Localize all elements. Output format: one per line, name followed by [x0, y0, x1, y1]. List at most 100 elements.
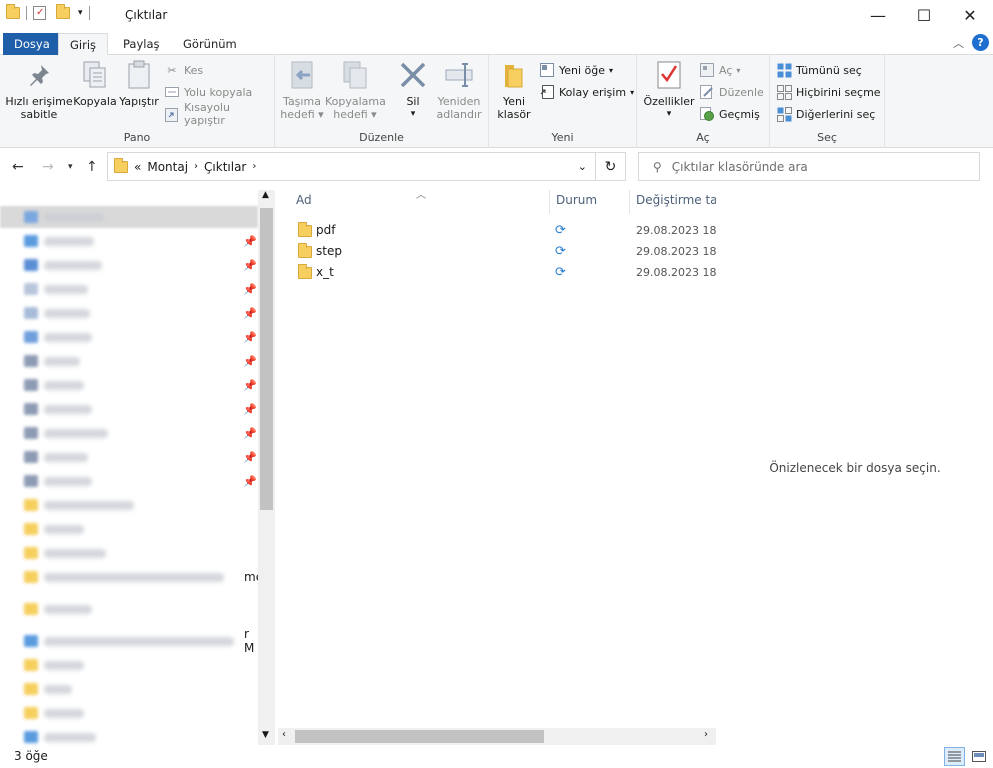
- nav-item[interactable]: [24, 679, 72, 699]
- file-list[interactable]: ︿ Ad Durum Değiştirme tarihi pdf ⟳ 29.08…: [283, 190, 716, 730]
- rename-button[interactable]: Yeniden adlandır: [433, 59, 485, 121]
- file-row[interactable]: pdf ⟳ 29.08.2023 18:04: [295, 220, 716, 240]
- column-divider[interactable]: [629, 190, 630, 214]
- address-dropdown-chevron-icon[interactable]: ⌄: [578, 160, 587, 173]
- address-bar[interactable]: « Montaj › Çıktılar › ⌄: [107, 152, 596, 181]
- pin-icon[interactable]: 📌: [243, 427, 257, 440]
- nav-item[interactable]: [24, 519, 84, 539]
- nav-item[interactable]: [24, 495, 134, 515]
- nav-item[interactable]: [24, 703, 84, 723]
- folder-icon[interactable]: [6, 4, 20, 19]
- nav-scrollbar-thumb[interactable]: [260, 208, 273, 510]
- column-header-name[interactable]: Ad: [296, 193, 312, 207]
- pin-icon[interactable]: 📌: [243, 403, 257, 416]
- nav-item[interactable]: [24, 255, 102, 275]
- scroll-down-chevron-icon[interactable]: ▼: [262, 730, 269, 740]
- scroll-up-chevron-icon[interactable]: ▲: [262, 190, 269, 200]
- nav-item[interactable]: [24, 207, 104, 227]
- paste-shortcut-button[interactable]: Kısayolu yapıştır: [164, 101, 274, 127]
- back-arrow-icon[interactable]: ←: [12, 159, 24, 175]
- delete-button[interactable]: Sil ▾: [393, 59, 433, 121]
- breadcrumb-montaj[interactable]: Montaj: [147, 160, 188, 174]
- nav-item[interactable]: [24, 727, 96, 747]
- easy-access-button[interactable]: Kolay erişim ▾: [539, 83, 634, 101]
- minimize-button[interactable]: —: [855, 0, 901, 31]
- pin-icon[interactable]: 📌: [243, 331, 257, 344]
- tab-share[interactable]: Paylaş: [112, 33, 171, 55]
- recent-locations-chevron-icon[interactable]: ▾: [68, 162, 73, 172]
- details-view-button[interactable]: [944, 747, 965, 766]
- pin-icon[interactable]: 📌: [243, 379, 257, 392]
- nav-item[interactable]: [24, 303, 90, 323]
- scroll-left-chevron-icon[interactable]: ‹: [282, 729, 286, 740]
- breadcrumb-overflow[interactable]: «: [134, 160, 141, 174]
- new-folder-qat-icon[interactable]: [56, 4, 70, 19]
- breadcrumb-separator-icon[interactable]: ›: [252, 161, 256, 172]
- edit-button[interactable]: Düzenle: [699, 83, 764, 101]
- nav-item[interactable]: [24, 423, 108, 443]
- pin-icon[interactable]: 📌: [243, 355, 257, 368]
- nav-item[interactable]: r M: [24, 627, 254, 655]
- scroll-right-chevron-icon[interactable]: ›: [704, 729, 708, 740]
- select-none-button[interactable]: Hiçbirini seçme: [776, 83, 881, 101]
- nav-item[interactable]: [24, 279, 88, 299]
- file-row[interactable]: x_t ⟳ 29.08.2023 18:04: [295, 262, 716, 282]
- pin-icon[interactable]: 📌: [243, 283, 257, 296]
- nav-scrollbar[interactable]: ▲ ▼: [258, 190, 275, 745]
- column-divider[interactable]: [549, 190, 550, 214]
- new-folder-button[interactable]: Yeni klasör: [493, 59, 535, 121]
- copy-path-button[interactable]: Yolu kopyala: [164, 83, 252, 101]
- nav-item[interactable]: me: [24, 567, 263, 587]
- pin-icon[interactable]: 📌: [243, 451, 257, 464]
- copy-to-button[interactable]: Kopyalama hedefi ▾: [325, 59, 386, 121]
- horizontal-scrollbar[interactable]: ‹ ›: [278, 728, 716, 745]
- nav-item[interactable]: [24, 231, 94, 251]
- pin-icon[interactable]: 📌: [243, 235, 257, 248]
- breadcrumb-ciktilar[interactable]: Çıktılar: [204, 160, 246, 174]
- properties-button[interactable]: Özellikler ▾: [641, 59, 697, 121]
- move-to-button[interactable]: Taşıma hedefi ▾: [277, 59, 327, 121]
- search-input[interactable]: ⚲ Çıktılar klasöründe ara: [638, 152, 980, 181]
- refresh-button[interactable]: ↻: [596, 152, 626, 181]
- tab-view[interactable]: Görünüm: [172, 33, 248, 55]
- column-header-modified[interactable]: Değiştirme tarihi: [636, 193, 716, 207]
- pin-icon[interactable]: 📌: [243, 307, 257, 320]
- select-all-button[interactable]: Tümünü seç: [776, 61, 862, 79]
- copy-button[interactable]: Kopyala: [73, 59, 117, 108]
- new-item-button[interactable]: Yeni öğe ▾: [539, 61, 613, 79]
- nav-item[interactable]: [24, 399, 92, 419]
- file-row[interactable]: step ⟳ 29.08.2023 18:04: [295, 241, 716, 261]
- close-button[interactable]: ✕: [947, 0, 993, 31]
- open-button[interactable]: Aç ▾: [699, 61, 740, 79]
- nav-item[interactable]: [24, 655, 84, 675]
- ribbon-collapse-chevron-icon[interactable]: ︿: [953, 35, 964, 51]
- forward-arrow-icon[interactable]: →: [42, 159, 54, 175]
- horizontal-scrollbar-thumb[interactable]: [295, 730, 544, 743]
- nav-item[interactable]: [24, 447, 88, 467]
- pin-icon[interactable]: 📌: [243, 475, 257, 488]
- nav-item[interactable]: [24, 351, 80, 371]
- nav-item[interactable]: [24, 471, 92, 491]
- maximize-button[interactable]: ☐: [901, 0, 947, 31]
- large-icons-view-button[interactable]: [968, 747, 989, 766]
- breadcrumb-separator-icon[interactable]: ›: [194, 161, 198, 172]
- nav-item[interactable]: [24, 599, 92, 619]
- navigation-pane[interactable]: me r M 📌 📌 📌 📌 📌 📌 📌 📌 📌 📌 📌 ▲ ▼: [0, 190, 275, 745]
- invert-selection-button[interactable]: Diğerlerini seç: [776, 105, 875, 123]
- paste-button[interactable]: Yapıştır: [117, 59, 161, 108]
- tab-home[interactable]: Giriş: [58, 33, 109, 55]
- up-arrow-icon[interactable]: ↑: [86, 159, 98, 175]
- tab-file[interactable]: Dosya: [3, 33, 61, 55]
- column-header-status[interactable]: Durum: [556, 193, 597, 207]
- nav-item[interactable]: [24, 543, 106, 563]
- nav-item-label: [44, 732, 96, 742]
- pin-quick-access-button[interactable]: Hızlı erişime sabitle: [4, 59, 74, 121]
- help-icon[interactable]: ?: [972, 34, 989, 51]
- properties-qat-icon[interactable]: ✓: [33, 6, 46, 20]
- pin-icon[interactable]: 📌: [243, 259, 257, 272]
- nav-item[interactable]: [24, 375, 84, 395]
- customize-qat-chevron-icon[interactable]: ▾: [78, 8, 83, 18]
- nav-item[interactable]: [24, 327, 92, 347]
- history-button[interactable]: Geçmiş: [699, 105, 760, 123]
- cut-button[interactable]: ✂ Kes: [164, 61, 203, 79]
